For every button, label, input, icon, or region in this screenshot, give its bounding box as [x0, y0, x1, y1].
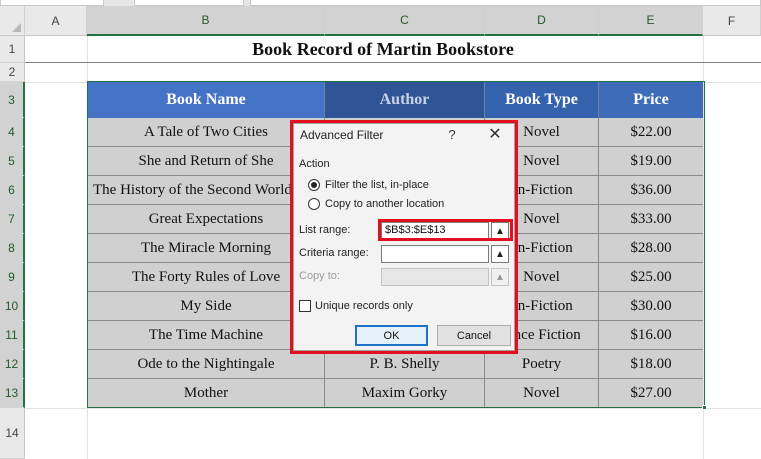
help-icon[interactable]: ? — [444, 125, 460, 143]
close-icon[interactable]: ✕ — [484, 125, 506, 143]
header-book-name[interactable]: Book Name — [88, 82, 325, 118]
cell-book-type[interactable]: Novel — [485, 379, 599, 408]
header-price[interactable]: Price — [599, 82, 703, 118]
gridline — [703, 36, 704, 459]
action-label: Action — [299, 158, 330, 170]
criteria-range-collapse-icon[interactable]: ▲ — [491, 245, 509, 263]
select-all-button[interactable] — [0, 6, 25, 36]
cell-price[interactable]: $22.00 — [599, 118, 703, 147]
cell-author[interactable]: Maxim Gorky — [325, 379, 485, 408]
filter-in-place-label[interactable]: Filter the list, in-place — [325, 179, 429, 191]
row-header[interactable]: 4 — [0, 118, 25, 147]
cell-author[interactable]: P. B. Shelly — [325, 350, 485, 379]
criteria-range-input[interactable] — [381, 245, 489, 263]
column-header-c[interactable]: C — [325, 6, 485, 36]
column-header-b[interactable]: B — [87, 6, 325, 36]
radio-selected-dot — [311, 182, 317, 188]
criteria-range-label: Criteria range: — [299, 247, 369, 259]
header-book-type[interactable]: Book Type — [485, 82, 599, 118]
title-underline — [25, 62, 761, 63]
cell-book-name[interactable]: Ode to the Nightingale — [88, 350, 325, 379]
dialog-title: Advanced Filter — [300, 128, 384, 142]
cell-price[interactable]: $27.00 — [599, 379, 703, 408]
cell-price[interactable]: $19.00 — [599, 147, 703, 176]
list-range-highlight — [378, 219, 513, 241]
sheet-title: Book Record of Martin Bookstore — [252, 38, 514, 59]
list-range-label: List range: — [299, 224, 351, 236]
column-header-a[interactable]: A — [25, 6, 87, 36]
unique-records-checkbox[interactable] — [299, 300, 311, 312]
cell-price[interactable]: $18.00 — [599, 350, 703, 379]
row-header[interactable]: 14 — [0, 408, 25, 459]
row-header[interactable]: 12 — [0, 350, 25, 379]
cell-price[interactable]: $33.00 — [599, 205, 703, 234]
row-header[interactable]: 2 — [0, 63, 25, 82]
cell-book-name[interactable]: Mother — [88, 379, 325, 408]
radio-copy-to-location[interactable] — [308, 198, 320, 210]
column-header-d[interactable]: D — [485, 6, 599, 36]
header-author[interactable]: Author — [325, 82, 485, 118]
cell-price[interactable]: $28.00 — [599, 234, 703, 263]
cell-price[interactable]: $36.00 — [599, 176, 703, 205]
row-header[interactable]: 9 — [0, 263, 25, 292]
radio-filter-in-place[interactable] — [308, 179, 320, 191]
row-header[interactable]: 13 — [0, 379, 25, 408]
column-header-f[interactable]: F — [703, 6, 761, 36]
ok-button[interactable]: OK — [355, 325, 428, 346]
column-header-e[interactable]: E — [599, 6, 703, 36]
cell-price[interactable]: $30.00 — [599, 292, 703, 321]
copy-to-input — [381, 268, 489, 286]
row-header[interactable]: 10 — [0, 292, 25, 321]
row-header[interactable]: 3 — [0, 82, 25, 118]
fill-handle[interactable] — [702, 405, 707, 410]
row-header[interactable]: 6 — [0, 176, 25, 205]
copy-to-location-label[interactable]: Copy to another location — [325, 198, 444, 210]
copy-to-collapse-icon: ▲ — [491, 268, 509, 286]
cell-book-type[interactable]: Poetry — [485, 350, 599, 379]
unique-records-label[interactable]: Unique records only — [315, 300, 413, 312]
gridline — [25, 408, 761, 409]
row-header[interactable]: 7 — [0, 205, 25, 234]
cancel-button[interactable]: Cancel — [437, 325, 511, 346]
cell-price[interactable]: $25.00 — [599, 263, 703, 292]
row-header[interactable]: 5 — [0, 147, 25, 176]
copy-to-label: Copy to: — [299, 270, 340, 282]
row-header[interactable]: 11 — [0, 321, 25, 350]
row-header[interactable]: 8 — [0, 234, 25, 263]
row-header[interactable]: 1 — [0, 36, 25, 63]
cell-price[interactable]: $16.00 — [599, 321, 703, 350]
